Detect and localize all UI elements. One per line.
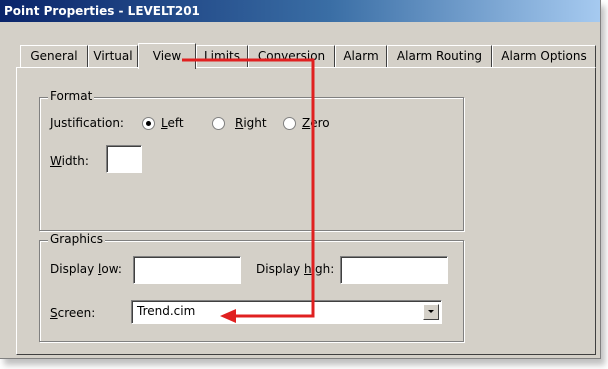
dialog-title: Point Properties - LEVELT201 [0,0,600,22]
tab-general[interactable]: General [20,45,88,67]
point-properties-dialog: Point Properties - LEVELT201 General Vir… [0,0,601,359]
tab-alarm-options[interactable]: Alarm Options [492,45,596,67]
tab-conversion[interactable]: Conversion [248,45,335,67]
view-tab-panel [16,67,596,355]
tab-alarm-routing[interactable]: Alarm Routing [387,45,492,67]
tab-alarm[interactable]: Alarm [335,45,387,67]
tab-limits[interactable]: Limits [196,45,248,67]
tab-virtual[interactable]: Virtual [88,45,138,67]
tab-view[interactable]: View [138,43,196,69]
